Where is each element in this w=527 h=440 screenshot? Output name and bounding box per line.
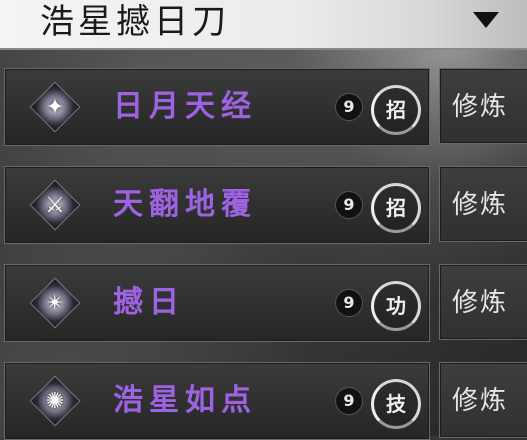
skill-name: 浩星如点 xyxy=(113,383,257,418)
skill-type-badge: 招 xyxy=(371,183,421,233)
dropdown-caret-icon[interactable] xyxy=(473,12,499,28)
skill-name: 日月天经 xyxy=(113,89,257,124)
ear-icon[interactable]: 9 xyxy=(335,387,363,415)
ear-icon[interactable]: 9 xyxy=(335,93,363,121)
skill-type-badge: 技 xyxy=(371,379,421,429)
ear-icon[interactable]: 9 xyxy=(335,289,363,317)
sun-moon-icon: ✦ xyxy=(29,81,81,133)
skill-type-badge: 招 xyxy=(371,85,421,135)
star-swirl-icon: ✺ xyxy=(29,375,81,427)
skill-row-2[interactable]: ⚔ 天翻地覆 9 招 xyxy=(4,166,430,244)
shatter-sun-icon: ✴ xyxy=(29,277,81,329)
skill-type-badge: 功 xyxy=(371,281,421,331)
blade-storm-icon: ⚔ xyxy=(29,179,81,231)
train-button-1[interactable]: 修炼 xyxy=(439,68,527,144)
skill-name: 天翻地覆 xyxy=(113,187,257,222)
weapon-title: 浩星撼日刀 xyxy=(40,2,230,42)
train-button-2[interactable]: 修炼 xyxy=(439,166,527,242)
train-button-3[interactable]: 修炼 xyxy=(439,264,527,340)
ear-icon[interactable]: 9 xyxy=(335,191,363,219)
skill-row-4[interactable]: ✺ 浩星如点 9 技 xyxy=(4,362,430,440)
skill-row-1[interactable]: ✦ 日月天经 9 招 xyxy=(4,68,430,146)
skill-row-3[interactable]: ✴ 撼日 9 功 xyxy=(4,264,430,342)
train-button-4[interactable]: 修炼 xyxy=(439,362,527,438)
skill-name: 撼日 xyxy=(113,285,185,320)
weapon-selector[interactable]: 浩星撼日刀 xyxy=(0,0,527,50)
